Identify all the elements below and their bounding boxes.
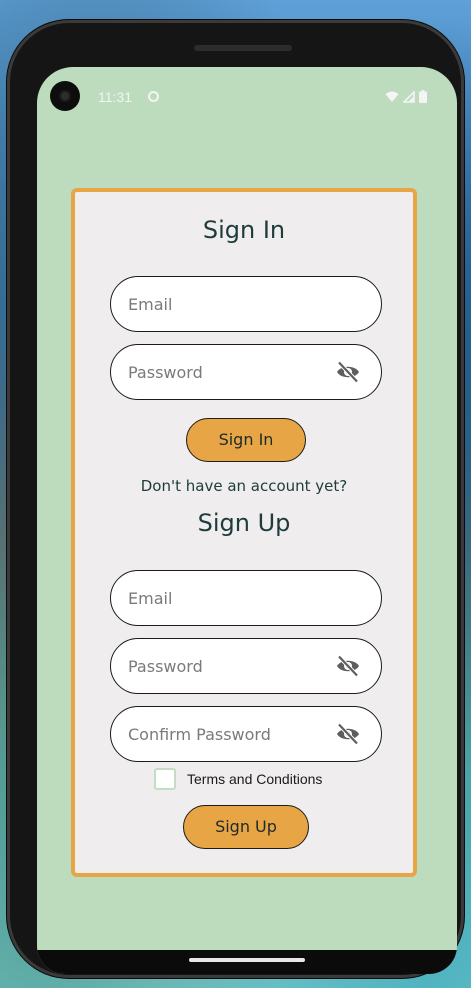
terms-label[interactable]: Terms and Conditions bbox=[187, 771, 322, 787]
status-icons bbox=[385, 90, 427, 103]
system-nav-bar bbox=[37, 950, 457, 974]
sign-up-email-placeholder: Email bbox=[128, 589, 173, 608]
earpiece-speaker bbox=[194, 45, 292, 51]
status-time: 11:31 bbox=[98, 89, 132, 105]
no-account-prompt: Don't have an account yet? bbox=[140, 477, 348, 495]
eye-off-icon[interactable] bbox=[335, 723, 361, 745]
terms-row: Terms and Conditions bbox=[154, 768, 322, 790]
sign-up-password-placeholder: Password bbox=[128, 657, 203, 676]
eye-off-icon[interactable] bbox=[335, 655, 361, 677]
sign-up-email-field[interactable]: Email bbox=[110, 570, 382, 626]
sign-up-title: Sign Up bbox=[197, 509, 291, 537]
sign-up-button[interactable]: Sign Up bbox=[183, 805, 309, 849]
sign-up-password-field[interactable]: Password bbox=[110, 638, 382, 694]
sign-in-password-field[interactable]: Password bbox=[110, 344, 382, 400]
circle-status-icon bbox=[148, 91, 159, 102]
home-gesture-handle[interactable] bbox=[189, 958, 305, 962]
sign-up-confirm-password-placeholder: Confirm Password bbox=[128, 725, 271, 744]
sign-up-confirm-password-field[interactable]: Confirm Password bbox=[110, 706, 382, 762]
sign-in-button[interactable]: Sign In bbox=[186, 418, 306, 462]
phone-frame: 11:31 Sign In Email Password Sign In Don… bbox=[7, 20, 464, 978]
signal-icon bbox=[403, 90, 415, 103]
app-screen: 11:31 Sign In Email Password Sign In Don… bbox=[37, 67, 457, 974]
sign-in-email-placeholder: Email bbox=[128, 295, 173, 314]
auth-card: Sign In Email Password Sign In Don't hav… bbox=[71, 188, 417, 877]
terms-checkbox[interactable] bbox=[154, 768, 176, 790]
sign-in-title: Sign In bbox=[202, 216, 286, 244]
battery-icon bbox=[419, 90, 427, 103]
eye-off-icon[interactable] bbox=[335, 361, 361, 383]
sign-in-email-field[interactable]: Email bbox=[110, 276, 382, 332]
sign-in-password-placeholder: Password bbox=[128, 363, 203, 382]
front-camera bbox=[50, 81, 80, 111]
wifi-icon bbox=[385, 91, 399, 102]
